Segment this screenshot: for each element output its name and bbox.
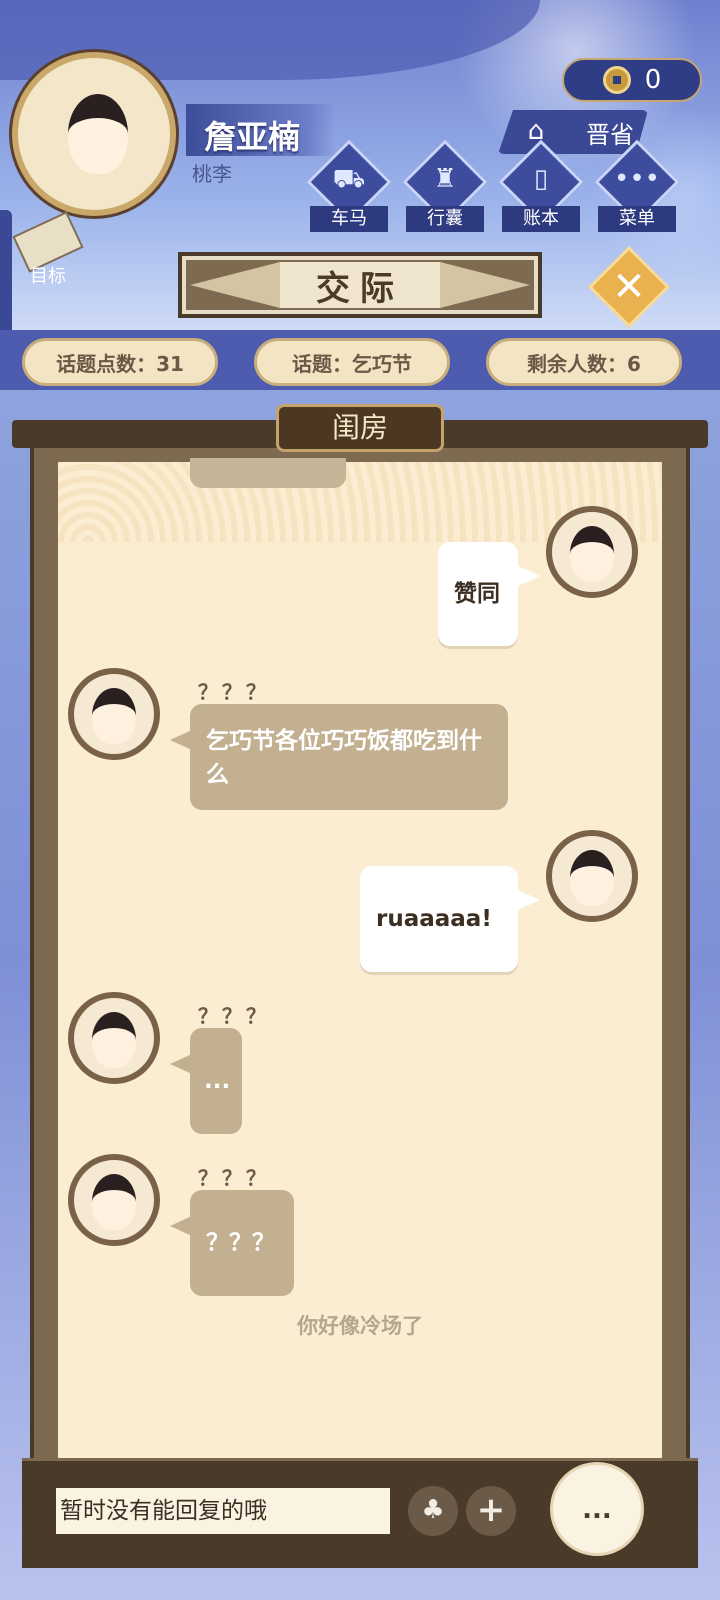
player-name: 詹亚楠 bbox=[204, 118, 301, 156]
player-subtitle: 桃李 bbox=[192, 162, 232, 186]
menu-label: 菜单 bbox=[598, 206, 676, 232]
menu-more-button[interactable]: ••• 菜单 bbox=[594, 139, 680, 236]
topic-badge: 话题：乞巧节 bbox=[254, 338, 450, 386]
coin-icon bbox=[602, 66, 631, 94]
menu-ledger-button[interactable]: ▯ 账本 bbox=[498, 139, 584, 236]
bubble-tail bbox=[170, 730, 192, 750]
npc-avatar[interactable] bbox=[68, 1154, 160, 1246]
message-bubble[interactable]: ... bbox=[190, 1028, 242, 1134]
reply-input[interactable]: 暂时没有能回复的哦 bbox=[56, 1488, 390, 1534]
bag-icon: ♜ bbox=[433, 164, 457, 194]
message-bubble[interactable]: 乞巧节各位巧巧饭都吃到什么 bbox=[190, 704, 508, 810]
jinsheng-button[interactable]: ⌂ 晋省 bbox=[498, 110, 648, 154]
currency-display[interactable]: 0 bbox=[562, 58, 702, 102]
sender-name: ？？？ bbox=[198, 1004, 270, 1028]
menu-label: 车马 bbox=[310, 206, 388, 232]
self-avatar[interactable] bbox=[546, 506, 638, 598]
menu-label: 行囊 bbox=[406, 206, 484, 232]
self-avatar[interactable] bbox=[546, 830, 638, 922]
message-bubble[interactable]: ruaaaaa! bbox=[360, 866, 518, 972]
title-board: 交际 bbox=[178, 252, 542, 318]
more-icon: ••• bbox=[613, 164, 660, 194]
remaining-badge: 剩余人数：6 bbox=[486, 338, 682, 386]
player-avatar[interactable] bbox=[12, 52, 176, 216]
self-portrait-icon bbox=[570, 526, 614, 582]
npc-avatar[interactable] bbox=[68, 668, 160, 760]
close-icon[interactable]: ✕ bbox=[604, 262, 654, 312]
jinsheng-label: 晋省 bbox=[586, 120, 634, 149]
cold-hint: 你好像冷场了 bbox=[297, 1314, 423, 1338]
menu-label: 账本 bbox=[502, 206, 580, 232]
npc-portrait-icon bbox=[92, 1174, 136, 1230]
carriage-icon: ⛟ bbox=[332, 164, 366, 194]
ledger-icon: ▯ bbox=[533, 164, 549, 194]
title-chevron-left bbox=[190, 262, 280, 308]
sender-name: ？？？ bbox=[198, 1166, 270, 1190]
gift-bag-icon[interactable]: ♣ bbox=[408, 1486, 458, 1536]
npc-portrait-icon bbox=[92, 688, 136, 744]
message-bubble[interactable]: 赞同 bbox=[438, 542, 518, 646]
bubble-tail bbox=[518, 890, 540, 910]
partial-message-bubble bbox=[190, 458, 346, 488]
npc-avatar[interactable] bbox=[68, 992, 160, 1084]
goal-label[interactable]: 目标 bbox=[30, 262, 66, 288]
page-title: 交际 bbox=[280, 262, 440, 309]
plus-icon[interactable]: + bbox=[466, 1486, 516, 1536]
bubble-tail bbox=[170, 1054, 192, 1074]
message-bubble[interactable]: ？？？ bbox=[190, 1190, 294, 1296]
more-options-button[interactable]: ... bbox=[550, 1462, 644, 1556]
bubble-tail bbox=[518, 566, 540, 586]
npc-portrait-icon bbox=[92, 1012, 136, 1068]
room-name: 闺房 bbox=[276, 404, 444, 452]
currency-value: 0 bbox=[644, 65, 662, 95]
menu-bag-button[interactable]: ♜ 行囊 bbox=[402, 139, 488, 236]
title-chevron-right bbox=[440, 262, 530, 308]
player-portrait-icon bbox=[68, 94, 128, 174]
sender-name: ？？？ bbox=[198, 680, 270, 704]
menu-carriage-button[interactable]: ⛟ 车马 bbox=[306, 139, 392, 236]
topic-points-badge: 话题点数：31 bbox=[22, 338, 218, 386]
self-portrait-icon bbox=[570, 850, 614, 906]
bubble-tail bbox=[170, 1216, 192, 1236]
